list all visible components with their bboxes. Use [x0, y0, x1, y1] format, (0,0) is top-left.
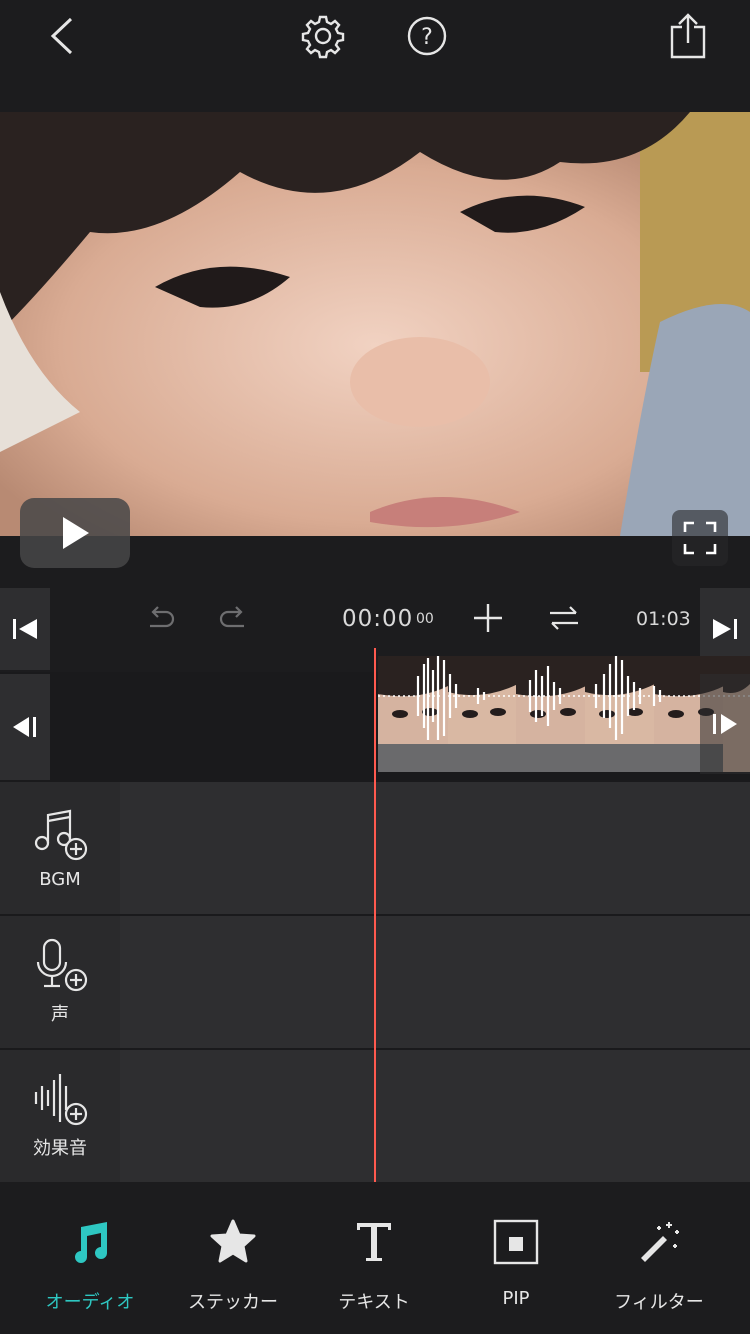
- prev-frame-button[interactable]: [0, 674, 50, 780]
- clip-thumbnails: [378, 656, 750, 772]
- text-icon: [357, 1223, 391, 1261]
- share-icon: [670, 13, 706, 59]
- chevron-left-icon: [50, 17, 73, 55]
- tab-text[interactable]: テキスト: [299, 1182, 449, 1334]
- video-preview[interactable]: [0, 112, 750, 536]
- add-bgm-button[interactable]: BGM: [0, 782, 120, 914]
- pip-icon: [493, 1219, 539, 1265]
- tab-sticker-label: ステッカー: [188, 1292, 278, 1313]
- play-icon: [63, 517, 89, 549]
- fullscreen-icon: [683, 521, 717, 555]
- video-clip[interactable]: [378, 656, 750, 772]
- current-time: 00:00: [342, 606, 414, 632]
- jump-to-start-button[interactable]: [0, 588, 50, 670]
- question-circle-icon: ?: [407, 16, 447, 56]
- redo-icon: [219, 606, 244, 628]
- step-forward-icon: [713, 714, 737, 734]
- settings-button[interactable]: [295, 8, 351, 64]
- help-button[interactable]: ?: [399, 8, 455, 64]
- top-bar: ?: [0, 0, 750, 112]
- svg-text:?: ?: [421, 25, 433, 50]
- mic-add-icon: [36, 938, 88, 992]
- add-voice-button[interactable]: 声: [0, 916, 120, 1048]
- magic-wand-icon: [641, 1222, 679, 1262]
- sound-effect-add-icon: [34, 1074, 88, 1126]
- tab-audio-label: オーディオ: [45, 1292, 135, 1313]
- gear-icon: [301, 15, 345, 59]
- preview-frame-image: [0, 112, 750, 536]
- music-add-icon: [34, 809, 88, 860]
- sound-effect-label: 効果音: [33, 1138, 87, 1159]
- tab-text-label: テキスト: [338, 1292, 410, 1313]
- sound-effect-track-lane[interactable]: [120, 1050, 750, 1182]
- playhead[interactable]: [374, 648, 376, 1182]
- tab-pip-label: PIP: [502, 1288, 530, 1309]
- tab-audio[interactable]: オーディオ: [15, 1182, 165, 1334]
- total-duration: 01:03: [636, 608, 691, 630]
- music-note-icon: [75, 1222, 107, 1263]
- redo-button[interactable]: [218, 604, 248, 638]
- star-icon: [210, 1219, 256, 1263]
- transition-button[interactable]: [548, 604, 580, 636]
- add-clip-button[interactable]: [472, 602, 504, 638]
- share-button[interactable]: [660, 8, 716, 64]
- play-button[interactable]: [20, 498, 130, 568]
- undo-button[interactable]: [146, 604, 176, 638]
- bgm-label: BGM: [39, 868, 81, 890]
- fullscreen-button[interactable]: [672, 510, 728, 566]
- bottom-tab-bar: オーディオ ステッカー テキスト PIP フィルター: [0, 1182, 750, 1334]
- tab-filter[interactable]: フィルター: [584, 1182, 734, 1334]
- plus-icon: [474, 604, 502, 632]
- tab-pip[interactable]: PIP: [441, 1182, 591, 1334]
- tab-filter-label: フィルター: [614, 1292, 704, 1313]
- skip-to-start-icon: [13, 619, 37, 639]
- swap-arrows-icon: [550, 606, 578, 630]
- back-button[interactable]: [34, 8, 90, 64]
- undo-icon: [150, 606, 175, 628]
- bgm-track-lane[interactable]: [120, 782, 750, 914]
- skip-to-end-icon: [713, 619, 737, 639]
- next-frame-button[interactable]: [700, 674, 750, 774]
- current-time-frames: 00: [416, 611, 434, 627]
- step-back-icon: [13, 717, 36, 737]
- voice-label: 声: [51, 1004, 69, 1025]
- tab-sticker[interactable]: ステッカー: [158, 1182, 308, 1334]
- add-sound-effect-button[interactable]: 効果音: [0, 1050, 120, 1182]
- voice-track-lane[interactable]: [120, 916, 750, 1048]
